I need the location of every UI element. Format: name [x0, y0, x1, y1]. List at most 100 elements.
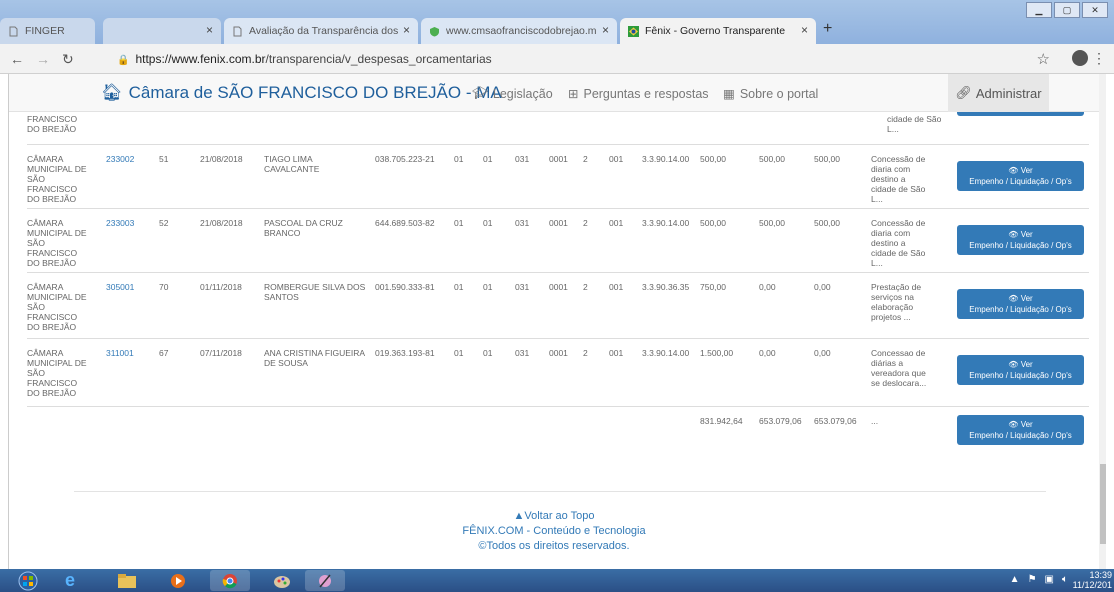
c2-cell: 01	[483, 218, 493, 228]
c1-cell: 01	[454, 282, 464, 292]
flag-icon[interactable]: ⚑	[1028, 574, 1037, 585]
c6-cell: 001	[609, 282, 624, 292]
c3-cell: 031	[515, 154, 530, 164]
historico-cell: Concessao de diárias a vereadora que se …	[871, 348, 927, 388]
table-row: CÂMARA MUNICIPAL DE SÃO FRANCISCO DO BRE…	[27, 338, 1089, 406]
footer-rights: ©Todos os direitos reservados.	[478, 540, 630, 552]
nav-legislacao[interactable]: 🎓︎ Legislação	[472, 86, 553, 101]
pago-cell: 500,00	[814, 154, 840, 164]
ie-icon[interactable]: e	[50, 570, 90, 591]
page-icon	[232, 26, 243, 37]
explorer-folder-icon[interactable]	[107, 570, 147, 591]
empenho-cell[interactable]: 233002	[106, 154, 134, 164]
ver-empenho-button[interactable]: 👁︎ Ver Empenho / Liquidação / Op's	[957, 415, 1084, 445]
home-icon: 🏠︎	[101, 83, 123, 102]
close-icon[interactable]: ×	[602, 23, 609, 37]
data-cell: 07/11/2018	[200, 348, 242, 358]
link-icon: 🔗︎	[955, 85, 972, 100]
paint-icon[interactable]	[262, 570, 302, 591]
c4-cell: 0001	[549, 154, 568, 164]
profile-avatar[interactable]	[1072, 50, 1088, 66]
nav-perguntas[interactable]: ⊞ Perguntas e respostas	[568, 86, 709, 102]
maximize-button[interactable]: ▢	[1054, 2, 1080, 18]
credor-cell: ANA CRISTINA FIGUEIRA DE SOUSA	[264, 348, 366, 368]
eye-icon: 👁︎ Ver	[1008, 360, 1033, 369]
pago-cell: 0,00	[814, 348, 831, 358]
pago-cell: 0,00	[814, 282, 831, 292]
chevron-up-icon: ▲	[513, 510, 525, 522]
volume-icon[interactable]: 🔈︎	[1062, 574, 1068, 585]
ver-empenho-button[interactable]: 👁︎ Ver Empenho / Liquidação / Op's	[957, 161, 1084, 191]
network-icon[interactable]: ▣	[1045, 574, 1054, 585]
c1-cell: 01	[454, 218, 464, 228]
site-brand[interactable]: 🏠︎ Câmara de SÃO FRANCISCO DO BREJÃO - M…	[101, 83, 502, 103]
c3-cell: 031	[515, 218, 530, 228]
tab-blank[interactable]: ×	[103, 18, 221, 44]
system-tray: ▲ ⚑ ▣ 🔈︎	[1010, 574, 1068, 585]
start-button[interactable]	[8, 570, 48, 591]
close-window-button[interactable]: ✕	[1082, 2, 1108, 18]
scrollbar-thumb[interactable]	[1100, 464, 1106, 544]
back-to-top-link[interactable]: ▲Voltar ao Topo	[9, 510, 1099, 522]
empenho-cell[interactable]: 233003	[106, 218, 134, 228]
natureza-cell: 3.3.90.36.35	[642, 282, 690, 292]
close-icon[interactable]: ×	[403, 23, 410, 37]
tray-arrow-icon[interactable]: ▲	[1010, 574, 1020, 585]
empenho-cell[interactable]: 305001	[106, 282, 134, 292]
tab-fenix[interactable]: Fênix - Governo Transparente ×	[620, 18, 816, 44]
num-cell: 70	[159, 282, 169, 292]
liquidado-cell: 0,00	[759, 348, 776, 358]
data-cell: 01/11/2018	[200, 282, 242, 292]
num-cell: 52	[159, 218, 169, 228]
site-navbar: 🏠︎ Câmara de SÃO FRANCISCO DO BREJÃO - M…	[9, 74, 1099, 112]
reload-icon[interactable]: ↻	[62, 51, 74, 68]
sitemap-icon: ⊞	[568, 87, 579, 101]
tab-finger[interactable]: FINGER	[0, 18, 95, 44]
taskbar-clock[interactable]: 13:39 11/12/201	[1073, 570, 1112, 590]
bookmark-star-icon[interactable]: ☆	[1037, 50, 1050, 68]
c4-cell: 0001	[549, 348, 568, 358]
minimize-button[interactable]: ▁	[1026, 2, 1052, 18]
c4-cell: 0001	[549, 282, 568, 292]
ver-empenho-button[interactable]: 👁︎ Ver Empenho / Liquidação / Op's	[957, 355, 1084, 385]
c2-cell: 01	[483, 282, 493, 292]
natureza-cell: 3.3.90.14.00	[642, 218, 690, 228]
tab-avaliacao[interactable]: Avaliação da Transparência dos ×	[224, 18, 418, 44]
ver-empenho-button[interactable]: 👁︎ Ver Empenho / Liquidação / Op's	[957, 225, 1084, 255]
empenho-cell[interactable]: 311001	[106, 348, 134, 358]
historico-cell: Concessão de diaria com destino a cidade…	[871, 154, 926, 204]
c6-cell: 001	[609, 348, 624, 358]
shield-icon	[429, 26, 440, 37]
menu-dots-icon[interactable]: ⋮	[1092, 50, 1106, 67]
page-scrollbar[interactable]	[1099, 74, 1106, 569]
media-player-icon[interactable]	[158, 570, 198, 591]
brazil-flag-icon	[628, 25, 639, 37]
cpf-cell: 038.705.223-21	[375, 154, 435, 164]
liquidado-cell: 0,00	[759, 282, 776, 292]
ver-empenho-button[interactable]: 👁︎ Ver Empenho / Liquidação / Op's	[957, 289, 1084, 319]
close-icon[interactable]: ×	[801, 23, 808, 37]
url-field[interactable]: 🔒 https://www.fenix.com.br/transparencia/…	[117, 52, 492, 66]
window-controls: ▁ ▢ ✕	[1026, 2, 1108, 18]
tab-cmsao[interactable]: www.cmsaofranciscodobrejao.m ×	[421, 18, 617, 44]
data-cell: 21/08/2018	[200, 154, 243, 164]
total-historico-cell: ...	[871, 416, 879, 426]
new-tab-button[interactable]: +	[823, 20, 832, 38]
c4-cell: 0001	[549, 218, 568, 228]
orgao-cell: CÂMARA MUNICIPAL DE SÃO FRANCISCO DO BRE…	[27, 348, 87, 398]
forward-icon[interactable]: →	[36, 51, 50, 67]
totals-row: 831.942,64 653.079,06 653.079,06... 👁︎ Ver E…	[27, 406, 1089, 454]
c1-cell: 01	[454, 348, 464, 358]
liquidado-cell: 500,00	[759, 154, 785, 164]
footer-company[interactable]: FÊNIX.COM - Conteúdo e Tecnologia	[9, 525, 1099, 537]
close-icon[interactable]: ×	[206, 23, 213, 37]
nav-administrar[interactable]: 🔗︎ Administrar	[948, 74, 1049, 112]
historico-cell: Prestação de serviços na elaboração proj…	[871, 282, 922, 322]
back-icon[interactable]: ←	[10, 51, 24, 67]
c3-cell: 031	[515, 348, 530, 358]
snipping-tool-icon[interactable]	[305, 570, 345, 591]
nav-sobre[interactable]: ▦ Sobre o portal	[723, 86, 818, 102]
cpf-cell: 001.590.333-81	[375, 282, 435, 292]
graduation-cap-icon: 🎓︎	[472, 86, 488, 100]
chrome-icon[interactable]	[210, 570, 250, 591]
